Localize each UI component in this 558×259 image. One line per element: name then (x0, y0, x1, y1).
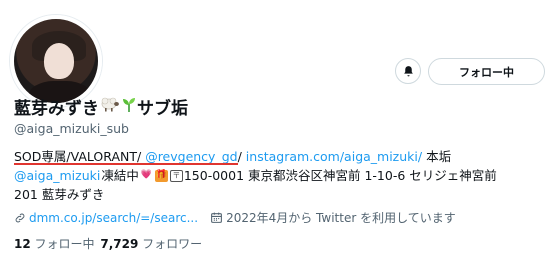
following-count: 12 (14, 237, 31, 251)
website-item: dmm.co.jp/search/=/searc... (14, 211, 198, 225)
frozen-text: 凍結中 (101, 168, 139, 183)
sheep-icon (100, 96, 120, 117)
following-stat[interactable]: 12 フォロー中 (14, 237, 95, 251)
website-link[interactable]: dmm.co.jp/search/=/searc... (29, 211, 198, 225)
bio-line-1: SOD専属/VALORANT/ @revgency_gd / instagram… (14, 147, 550, 166)
main-account-mention[interactable]: @aiga_mizuki (14, 166, 100, 185)
bio-line-2: @aiga_mizuki 凍結中 💗 🎁 〒 150-0001 東京都渋谷区神宮… (14, 166, 550, 185)
user-handle: @aiga_mizuki_sub (14, 121, 129, 136)
followers-count: 7,729 (100, 237, 139, 251)
bio-address-text: 150-0001 東京都渋谷区神宮前 1-10-6 セリジェ神宮前 (183, 168, 497, 183)
following-label: フォロー中 (34, 237, 95, 251)
bio-main-account-text: 本垢 (426, 149, 452, 164)
profile-meta: dmm.co.jp/search/=/searc... 2022年4月から Tw… (14, 209, 468, 226)
followers-stat[interactable]: 7,729 フォロワー (100, 237, 202, 251)
bio: SOD専属/VALORANT/ @revgency_gd / instagram… (14, 147, 550, 204)
gift-emoji-icon: 🎁 (154, 169, 168, 182)
bell-icon (403, 65, 413, 76)
heart-emoji-icon: 💗 (140, 170, 152, 180)
calendar-icon (211, 212, 222, 223)
display-name-text: 藍芽みずき (14, 99, 99, 119)
postbox-emoji-icon: 〒 (169, 169, 183, 182)
bio-line-3: 201 藍芽みずき (14, 185, 550, 204)
bio-slash: / (237, 149, 242, 164)
joined-date: 2022年4月から Twitter を利用しています (226, 211, 456, 225)
joined-item: 2022年4月から Twitter を利用しています (210, 209, 456, 226)
bio-underlined-segment: SOD専属/VALORANT/ @revgency_gd (14, 149, 238, 165)
mention-link[interactable]: @revgency_gd (145, 149, 237, 164)
follow-stats: 12 フォロー中 7,729 フォロワー (14, 235, 202, 252)
avatar-face (44, 43, 74, 79)
followers-label: フォロワー (142, 237, 203, 251)
display-name: 藍芽みずき サブ垢 (14, 94, 188, 119)
following-button[interactable]: フォロー中 (428, 58, 545, 85)
link-icon (15, 213, 25, 222)
display-name-suffix: サブ垢 (137, 99, 188, 119)
notification-bell-button[interactable] (395, 58, 421, 84)
bio-address-continued: 201 藍芽みずき (14, 187, 105, 202)
instagram-link[interactable]: instagram.com/aiga_mizuki/ (246, 147, 422, 166)
seedling-icon (122, 96, 136, 117)
red-underline-mark (14, 163, 238, 165)
